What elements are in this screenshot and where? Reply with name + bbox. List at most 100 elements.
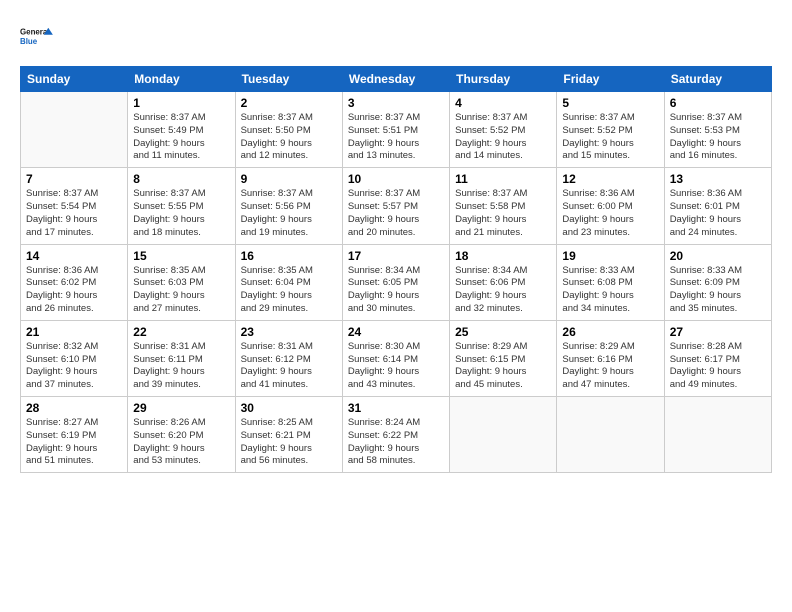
day-cell: 18 Sunrise: 8:34 AM Sunset: 6:06 PM Dayli…	[450, 244, 557, 320]
day-cell: 5 Sunrise: 8:37 AM Sunset: 5:52 PM Daylig…	[557, 92, 664, 168]
day-number: 1	[133, 96, 229, 110]
day-number: 27	[670, 325, 766, 339]
day-cell: 23 Sunrise: 8:31 AM Sunset: 6:12 PM Dayli…	[235, 320, 342, 396]
day-info: Sunrise: 8:31 AM Sunset: 6:12 PM Dayligh…	[241, 341, 337, 392]
day-info: Sunrise: 8:29 AM Sunset: 6:15 PM Dayligh…	[455, 341, 551, 392]
day-info: Sunrise: 8:34 AM Sunset: 6:06 PM Dayligh…	[455, 265, 551, 316]
day-info: Sunrise: 8:37 AM Sunset: 5:49 PM Dayligh…	[133, 112, 229, 163]
header: General Blue	[20, 20, 772, 54]
day-cell	[557, 397, 664, 473]
day-info: Sunrise: 8:30 AM Sunset: 6:14 PM Dayligh…	[348, 341, 444, 392]
day-number: 14	[26, 249, 122, 263]
day-number: 26	[562, 325, 658, 339]
day-info: Sunrise: 8:37 AM Sunset: 5:56 PM Dayligh…	[241, 188, 337, 239]
day-cell: 25 Sunrise: 8:29 AM Sunset: 6:15 PM Dayli…	[450, 320, 557, 396]
day-info: Sunrise: 8:37 AM Sunset: 5:58 PM Dayligh…	[455, 188, 551, 239]
day-number: 23	[241, 325, 337, 339]
day-number: 18	[455, 249, 551, 263]
day-number: 11	[455, 172, 551, 186]
col-header-monday: Monday	[128, 67, 235, 92]
day-cell: 28Sunrise: 8:27 AM Sunset: 6:19 PM Dayli…	[21, 397, 128, 473]
day-cell: 15 Sunrise: 8:35 AM Sunset: 6:03 PM Dayli…	[128, 244, 235, 320]
col-header-sunday: Sunday	[21, 67, 128, 92]
day-number: 31	[348, 401, 444, 415]
day-cell: 10 Sunrise: 8:37 AM Sunset: 5:57 PM Dayli…	[342, 168, 449, 244]
day-info: Sunrise: 8:36 AM Sunset: 6:01 PM Dayligh…	[670, 188, 766, 239]
day-cell: 9 Sunrise: 8:37 AM Sunset: 5:56 PM Daylig…	[235, 168, 342, 244]
day-number: 16	[241, 249, 337, 263]
day-cell: 29 Sunrise: 8:26 AM Sunset: 6:20 PM Dayli…	[128, 397, 235, 473]
day-info: Sunrise: 8:37 AM Sunset: 5:52 PM Dayligh…	[562, 112, 658, 163]
calendar: SundayMondayTuesdayWednesdayThursdayFrid…	[20, 66, 772, 473]
day-info: Sunrise: 8:37 AM Sunset: 5:50 PM Dayligh…	[241, 112, 337, 163]
day-info: Sunrise: 8:35 AM Sunset: 6:04 PM Dayligh…	[241, 265, 337, 316]
day-cell: 11 Sunrise: 8:37 AM Sunset: 5:58 PM Dayli…	[450, 168, 557, 244]
day-number: 22	[133, 325, 229, 339]
week-row-3: 14Sunrise: 8:36 AM Sunset: 6:02 PM Dayli…	[21, 244, 772, 320]
day-cell: 19Sunrise: 8:33 AM Sunset: 6:08 PM Dayli…	[557, 244, 664, 320]
day-info: Sunrise: 8:36 AM Sunset: 6:00 PM Dayligh…	[562, 188, 658, 239]
day-cell: 30Sunrise: 8:25 AM Sunset: 6:21 PM Dayli…	[235, 397, 342, 473]
day-cell: 21 Sunrise: 8:32 AM Sunset: 6:10 PM Dayli…	[21, 320, 128, 396]
day-cell: 1 Sunrise: 8:37 AM Sunset: 5:49 PM Daylig…	[128, 92, 235, 168]
day-info: Sunrise: 8:35 AM Sunset: 6:03 PM Dayligh…	[133, 265, 229, 316]
day-info: Sunrise: 8:37 AM Sunset: 5:57 PM Dayligh…	[348, 188, 444, 239]
col-header-saturday: Saturday	[664, 67, 771, 92]
day-number: 6	[670, 96, 766, 110]
day-number: 4	[455, 96, 551, 110]
svg-text:General: General	[20, 28, 50, 37]
day-number: 15	[133, 249, 229, 263]
col-header-friday: Friday	[557, 67, 664, 92]
day-info: Sunrise: 8:37 AM Sunset: 5:55 PM Dayligh…	[133, 188, 229, 239]
day-cell	[21, 92, 128, 168]
day-number: 5	[562, 96, 658, 110]
day-number: 12	[562, 172, 658, 186]
day-info: Sunrise: 8:33 AM Sunset: 6:09 PM Dayligh…	[670, 265, 766, 316]
day-number: 3	[348, 96, 444, 110]
day-cell: 20 Sunrise: 8:33 AM Sunset: 6:09 PM Dayli…	[664, 244, 771, 320]
day-number: 9	[241, 172, 337, 186]
day-info: Sunrise: 8:37 AM Sunset: 5:53 PM Dayligh…	[670, 112, 766, 163]
day-number: 8	[133, 172, 229, 186]
day-number: 7	[26, 172, 122, 186]
svg-text:Blue: Blue	[20, 37, 38, 46]
day-info: Sunrise: 8:37 AM Sunset: 5:54 PM Dayligh…	[26, 188, 122, 239]
day-info: Sunrise: 8:29 AM Sunset: 6:16 PM Dayligh…	[562, 341, 658, 392]
col-header-thursday: Thursday	[450, 67, 557, 92]
week-row-5: 28Sunrise: 8:27 AM Sunset: 6:19 PM Dayli…	[21, 397, 772, 473]
day-cell	[450, 397, 557, 473]
logo-svg: General Blue	[20, 20, 54, 54]
day-info: Sunrise: 8:37 AM Sunset: 5:52 PM Dayligh…	[455, 112, 551, 163]
day-cell: 26 Sunrise: 8:29 AM Sunset: 6:16 PM Dayli…	[557, 320, 664, 396]
day-info: Sunrise: 8:26 AM Sunset: 6:20 PM Dayligh…	[133, 417, 229, 468]
week-row-1: 1 Sunrise: 8:37 AM Sunset: 5:49 PM Daylig…	[21, 92, 772, 168]
day-number: 21	[26, 325, 122, 339]
day-cell: 13 Sunrise: 8:36 AM Sunset: 6:01 PM Dayli…	[664, 168, 771, 244]
week-row-2: 7 Sunrise: 8:37 AM Sunset: 5:54 PM Daylig…	[21, 168, 772, 244]
day-cell: 6 Sunrise: 8:37 AM Sunset: 5:53 PM Daylig…	[664, 92, 771, 168]
day-number: 29	[133, 401, 229, 415]
day-cell: 16 Sunrise: 8:35 AM Sunset: 6:04 PM Dayli…	[235, 244, 342, 320]
day-info: Sunrise: 8:24 AM Sunset: 6:22 PM Dayligh…	[348, 417, 444, 468]
day-cell: 3 Sunrise: 8:37 AM Sunset: 5:51 PM Daylig…	[342, 92, 449, 168]
day-cell: 8 Sunrise: 8:37 AM Sunset: 5:55 PM Daylig…	[128, 168, 235, 244]
week-row-4: 21 Sunrise: 8:32 AM Sunset: 6:10 PM Dayli…	[21, 320, 772, 396]
day-cell: 27 Sunrise: 8:28 AM Sunset: 6:17 PM Dayli…	[664, 320, 771, 396]
day-number: 10	[348, 172, 444, 186]
day-info: Sunrise: 8:32 AM Sunset: 6:10 PM Dayligh…	[26, 341, 122, 392]
day-cell: 12 Sunrise: 8:36 AM Sunset: 6:00 PM Dayli…	[557, 168, 664, 244]
day-info: Sunrise: 8:37 AM Sunset: 5:51 PM Dayligh…	[348, 112, 444, 163]
col-header-wednesday: Wednesday	[342, 67, 449, 92]
day-number: 20	[670, 249, 766, 263]
day-info: Sunrise: 8:31 AM Sunset: 6:11 PM Dayligh…	[133, 341, 229, 392]
day-number: 13	[670, 172, 766, 186]
day-cell: 14Sunrise: 8:36 AM Sunset: 6:02 PM Dayli…	[21, 244, 128, 320]
day-cell: 17Sunrise: 8:34 AM Sunset: 6:05 PM Dayli…	[342, 244, 449, 320]
day-cell: 24 Sunrise: 8:30 AM Sunset: 6:14 PM Dayli…	[342, 320, 449, 396]
day-number: 25	[455, 325, 551, 339]
day-info: Sunrise: 8:34 AM Sunset: 6:05 PM Dayligh…	[348, 265, 444, 316]
day-number: 24	[348, 325, 444, 339]
day-info: Sunrise: 8:28 AM Sunset: 6:17 PM Dayligh…	[670, 341, 766, 392]
day-cell: 7 Sunrise: 8:37 AM Sunset: 5:54 PM Daylig…	[21, 168, 128, 244]
day-number: 19	[562, 249, 658, 263]
